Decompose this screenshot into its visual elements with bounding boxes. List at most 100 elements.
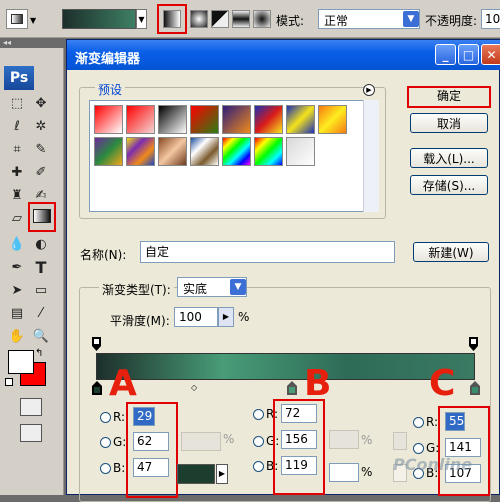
tool-preset-picker[interactable] xyxy=(6,9,28,29)
gradient-type-select[interactable]: 实底 ▼ xyxy=(177,277,247,297)
lasso-icon[interactable]: ℓ xyxy=(6,116,28,138)
chevron-down-icon[interactable]: ▼ xyxy=(403,11,419,27)
path-select-icon[interactable]: ➤ xyxy=(6,280,28,302)
preset-foreground-to-transparent[interactable] xyxy=(126,105,155,134)
preset-violet-green-orange[interactable] xyxy=(94,137,123,166)
g-input-a[interactable]: 62 xyxy=(133,432,169,451)
presets-menu-icon[interactable]: ▶ xyxy=(363,84,375,96)
hand-icon[interactable]: ✋ xyxy=(6,326,28,348)
preset-yellow-violet-orange-blue[interactable] xyxy=(126,137,155,166)
cancel-button[interactable]: 取消 xyxy=(410,113,488,133)
stamp-icon[interactable]: ♜ xyxy=(6,185,28,207)
smoothness-slider-arrow[interactable]: ▶ xyxy=(218,307,234,327)
options-bar: ▼ ▼ 模式: 正常 ▼ 不透明度: 100 xyxy=(0,0,500,38)
radio-r-c[interactable] xyxy=(413,417,424,428)
preset-blue-red-yellow[interactable] xyxy=(254,105,283,134)
linear-gradient-button[interactable] xyxy=(163,10,181,28)
healing-icon[interactable]: ✚ xyxy=(6,162,28,184)
save-button[interactable]: 存储(S)... xyxy=(410,175,488,195)
gradient-picker-arrow[interactable]: ▼ xyxy=(136,9,147,29)
reflected-gradient-button[interactable] xyxy=(232,10,250,28)
quick-mask-icon[interactable] xyxy=(20,398,42,416)
minimize-icon[interactable]: _ xyxy=(435,44,456,65)
crop-icon[interactable]: ⌗ xyxy=(6,139,28,161)
notes-icon[interactable]: ▤ xyxy=(6,303,28,325)
preset-transparent-rainbow[interactable] xyxy=(254,137,283,166)
radio-g-b[interactable] xyxy=(253,436,264,447)
radio-b-b[interactable] xyxy=(253,461,264,472)
blur-icon[interactable]: 💧 xyxy=(6,234,28,256)
eyedropper-icon[interactable]: ⁄ xyxy=(30,303,52,325)
maximize-icon[interactable]: □ xyxy=(458,44,479,65)
screen-mode-icon[interactable] xyxy=(20,424,42,442)
stop-color-swatch[interactable] xyxy=(177,464,215,484)
color-stop-b[interactable] xyxy=(287,381,297,395)
swap-colors-icon[interactable]: ↰ xyxy=(35,348,43,359)
b-input-b[interactable]: 119 xyxy=(281,456,317,475)
move-icon[interactable]: ✥ xyxy=(30,93,52,115)
r-input-c[interactable]: 55 xyxy=(445,412,465,431)
color-stop-a[interactable] xyxy=(92,381,102,395)
ok-button[interactable]: 确定 xyxy=(409,88,489,106)
b-input-a[interactable]: 47 xyxy=(133,458,169,477)
radio-b-a[interactable] xyxy=(100,463,111,474)
g-input-b[interactable]: 156 xyxy=(281,430,317,449)
opacity-stop-right[interactable] xyxy=(469,337,478,351)
default-colors-icon[interactable] xyxy=(5,378,13,386)
radio-g-c[interactable] xyxy=(413,443,424,454)
gradient-swatch[interactable] xyxy=(62,9,136,29)
swatch-arrow-icon[interactable]: ▶ xyxy=(216,464,228,484)
preset-orange-yellow-orange[interactable] xyxy=(318,105,347,134)
toolbox-collapse-icon[interactable]: ◂◂ xyxy=(0,38,64,48)
chevron-down-icon[interactable]: ▼ xyxy=(230,279,246,295)
r-input-a[interactable]: 29 xyxy=(133,407,155,426)
name-field[interactable]: 自定 xyxy=(140,241,395,263)
location-input[interactable] xyxy=(329,463,359,482)
r-label-c: R: xyxy=(426,415,439,429)
brush-icon[interactable]: ✐ xyxy=(30,162,52,184)
angle-gradient-button[interactable] xyxy=(211,10,229,28)
dodge-icon[interactable]: ◐ xyxy=(30,234,52,256)
dialog-titlebar[interactable]: 渐变编辑器 _ □ ✕ xyxy=(67,40,500,70)
close-icon[interactable]: ✕ xyxy=(481,44,500,65)
shape-icon[interactable]: ▭ xyxy=(30,280,52,302)
opacity-stop-left[interactable] xyxy=(92,337,101,351)
r-input-b[interactable]: 72 xyxy=(281,404,317,423)
radio-r-b[interactable] xyxy=(253,409,264,420)
preset-transparent-stripes[interactable] xyxy=(286,137,315,166)
pen-icon[interactable]: ✒ xyxy=(6,257,28,279)
foreground-color-swatch[interactable] xyxy=(8,350,34,374)
magic-wand-icon[interactable]: ✲ xyxy=(30,116,52,138)
gradient-icon[interactable] xyxy=(33,209,51,223)
radio-r-a[interactable] xyxy=(100,412,111,423)
gradient-preview-bar[interactable] xyxy=(96,353,475,380)
load-button[interactable]: 载入(L)... xyxy=(410,148,488,168)
marquee-icon[interactable]: ⬚ xyxy=(6,93,28,115)
smoothness-input[interactable]: 100 xyxy=(174,307,218,327)
mode-select[interactable]: 正常 ▼ xyxy=(318,9,420,29)
new-button[interactable]: 新建(W) xyxy=(413,242,489,262)
preset-blue-yellow-blue[interactable] xyxy=(286,105,315,134)
chevron-down-icon[interactable]: ▼ xyxy=(30,16,36,25)
preset-violet-orange[interactable] xyxy=(222,105,251,134)
preset-spectrum[interactable] xyxy=(222,137,251,166)
radio-g-a[interactable] xyxy=(100,437,111,448)
type-icon[interactable]: T xyxy=(30,257,52,279)
preset-black-to-white[interactable] xyxy=(158,105,187,134)
preset-foreground-to-background[interactable] xyxy=(94,105,123,134)
presets-scrollbar[interactable] xyxy=(363,100,379,212)
opacity-input[interactable]: 100 xyxy=(481,9,500,29)
preset-chrome[interactable] xyxy=(190,137,219,166)
preset-red-green[interactable] xyxy=(190,105,219,134)
zoom-icon[interactable]: 🔍 xyxy=(30,326,52,348)
color-stop-c[interactable] xyxy=(470,381,480,395)
midpoint-diamond[interactable]: ◇ xyxy=(191,383,197,392)
ps-logo[interactable]: Ps xyxy=(4,66,34,90)
radial-gradient-button[interactable] xyxy=(190,10,208,28)
opacity-label: 不透明度: xyxy=(425,14,478,28)
slice-icon[interactable]: ✎ xyxy=(30,139,52,161)
eraser-icon[interactable]: ▱ xyxy=(6,208,28,230)
diamond-gradient-button[interactable] xyxy=(253,10,271,28)
preset-copper[interactable] xyxy=(158,137,187,166)
presets-list[interactable] xyxy=(89,100,379,212)
